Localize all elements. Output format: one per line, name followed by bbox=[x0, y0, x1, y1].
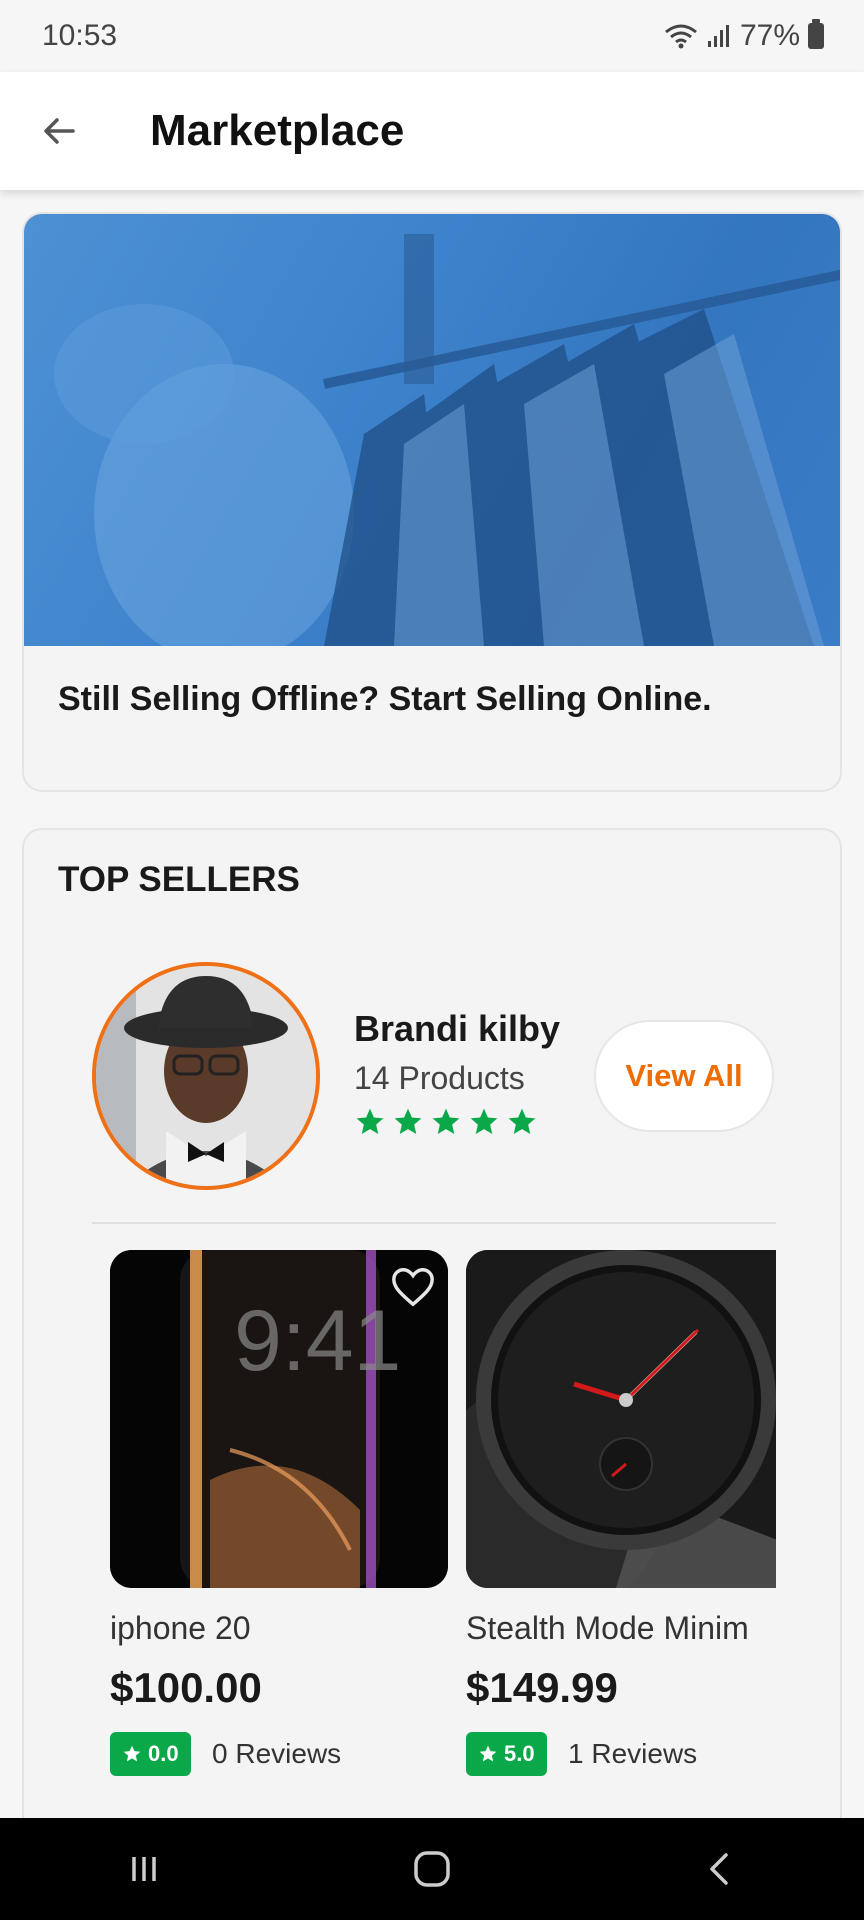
back-arrow-icon bbox=[44, 118, 75, 144]
product-name[interactable]: Stealth Mode Minim bbox=[466, 1610, 749, 1647]
product-image[interactable]: 9:41 bbox=[110, 1250, 448, 1588]
battery-percent: 77% bbox=[739, 19, 800, 52]
app-bar: Marketplace bbox=[0, 72, 864, 190]
rating-value: 0.0 bbox=[148, 1741, 179, 1766]
view-all-button[interactable]: View All bbox=[594, 1020, 774, 1132]
back-icon bbox=[710, 1853, 728, 1885]
home-icon bbox=[414, 1851, 450, 1887]
star-icon bbox=[123, 1745, 141, 1762]
wifi-icon bbox=[665, 24, 697, 49]
seller-rating-stars bbox=[354, 1106, 538, 1138]
star-icon bbox=[479, 1745, 497, 1762]
product-price: $149.99 bbox=[466, 1664, 618, 1711]
rating-badge: 0.0 bbox=[110, 1732, 191, 1776]
heart-icon[interactable] bbox=[390, 1264, 436, 1310]
star-icon bbox=[470, 1108, 498, 1134]
rating-value: 5.0 bbox=[504, 1741, 535, 1766]
section-title: TOP SELLERS bbox=[58, 860, 300, 899]
page-title: Marketplace bbox=[150, 106, 405, 155]
divider bbox=[92, 1222, 776, 1224]
product-name[interactable]: iphone 20 bbox=[110, 1610, 251, 1647]
signal-icon bbox=[707, 25, 729, 47]
home-button[interactable] bbox=[392, 1839, 472, 1899]
review-count: 1 Reviews bbox=[568, 1738, 698, 1769]
star-icon bbox=[356, 1108, 384, 1134]
product-image[interactable] bbox=[466, 1250, 776, 1588]
seller-name[interactable]: Brandi kilby bbox=[354, 1008, 560, 1050]
recents-button[interactable] bbox=[104, 1839, 184, 1899]
product-card[interactable]: 9:41 iphone 20 $100.00 0.0 0 Reviews bbox=[110, 1250, 448, 1776]
status-icons: 77% bbox=[664, 19, 824, 53]
promo-banner-card[interactable]: Still Selling Offline? Start Selling Onl… bbox=[22, 212, 842, 792]
recents-icon bbox=[132, 1857, 156, 1881]
banner-headline: Still Selling Offline? Start Selling Onl… bbox=[58, 680, 712, 718]
seller-avatar[interactable] bbox=[92, 962, 320, 1190]
review-count: 0 Reviews bbox=[212, 1738, 342, 1769]
star-icon bbox=[432, 1108, 460, 1134]
products-carousel[interactable]: 9:41 iphone 20 $100.00 0.0 0 Reviews Ste… bbox=[110, 1250, 776, 1810]
product-price: $100.00 bbox=[110, 1664, 262, 1711]
system-nav-bar bbox=[0, 1818, 864, 1920]
battery-icon bbox=[808, 19, 824, 49]
star-icon bbox=[508, 1108, 536, 1134]
star-icon bbox=[394, 1108, 422, 1134]
status-bar: 10:53 77% bbox=[0, 0, 864, 72]
banner-image bbox=[24, 214, 840, 646]
back-button[interactable] bbox=[24, 96, 94, 166]
rating-badge: 5.0 bbox=[466, 1732, 547, 1776]
system-back-button[interactable] bbox=[680, 1839, 760, 1899]
top-sellers-card: TOP SELLERS Brandi kilby 14 Products Vie… bbox=[22, 828, 842, 1920]
seller-product-count: 14 Products bbox=[354, 1060, 525, 1096]
product-card[interactable]: Stealth Mode Minim $149.99 5.0 1 Reviews bbox=[466, 1250, 776, 1776]
svg-text:9:41: 9:41 bbox=[234, 1293, 401, 1389]
status-time: 10:53 bbox=[42, 19, 118, 52]
